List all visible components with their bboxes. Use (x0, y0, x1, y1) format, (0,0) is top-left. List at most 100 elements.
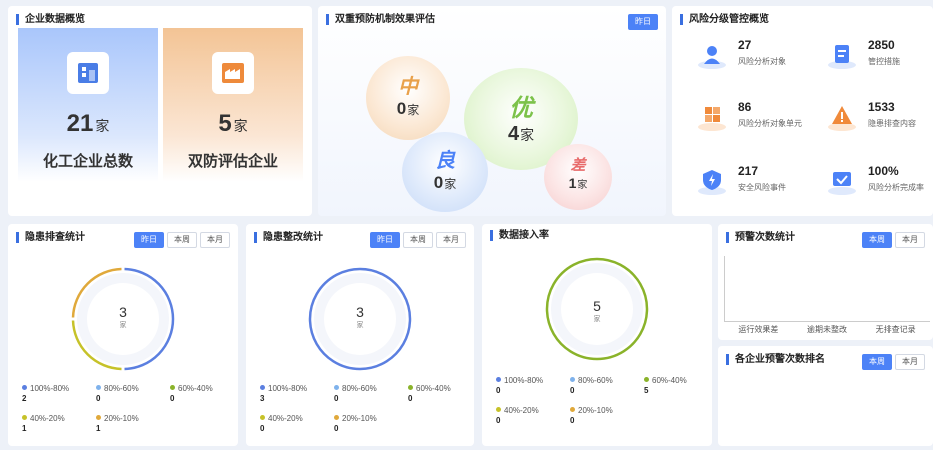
grade-value: 1家 (568, 175, 588, 191)
legend-label: 40%-20% (504, 406, 539, 415)
factory-icon (212, 52, 254, 94)
legend-item: 40%-20% 1 (22, 414, 65, 434)
legend-label: 40%-20% (268, 414, 303, 423)
risk-item-completion[interactable]: 100% 风险分析完成率 (826, 164, 933, 198)
legend-item: 60%-40% 5 (644, 376, 687, 396)
dual-enterprise-label: 双防评估企业 (187, 153, 278, 170)
panel-title: 各企业预警次数排名 (726, 354, 825, 365)
legend-value: 2 (22, 394, 27, 403)
legend-item: 100%-80% 3 (260, 384, 307, 404)
legend-dot (260, 415, 265, 420)
legend-label: 80%-60% (342, 384, 377, 393)
legend-dot (496, 377, 501, 382)
legend-item: 60%-40% 0 (170, 384, 213, 404)
data-access-panel: 数据接入率 5家 100%-80% 0 80%-60% 0 60%-40% 5 40%-20… (482, 224, 712, 446)
ring-center: 3家 (119, 304, 127, 329)
panel-title: 隐患排查统计 (16, 232, 85, 243)
legend-value: 0 (408, 394, 413, 403)
risk-item-measures[interactable]: 2850 管控措施 (826, 38, 933, 72)
legend-item: 60%-40% 0 (408, 384, 451, 404)
building-icon (67, 52, 109, 94)
panel-title: 隐患整改统计 (254, 232, 323, 243)
legend-label: 100%-80% (268, 384, 308, 393)
legend-item: 40%-20% 0 (260, 414, 303, 434)
risk-control-panel: 风险分级管控概览 27 风险分析对象 2850 管控措施 86 风险分析对象单元… (672, 6, 933, 216)
legend-item: 20%-10% 0 (570, 406, 613, 426)
legend-dot (644, 377, 649, 382)
grade-label: 差 (570, 157, 586, 174)
legend-label: 40%-20% (30, 414, 65, 423)
legend-item: 20%-10% 0 (334, 414, 377, 434)
legend-value: 1 (22, 424, 27, 433)
legend-dot (22, 415, 27, 420)
legend-item: 80%-60% 0 (570, 376, 613, 396)
legend-item: 100%-80% 2 (22, 384, 69, 404)
legend-item: 20%-10% 1 (96, 414, 139, 434)
legend-value: 0 (570, 416, 575, 425)
chem-enterprise-card[interactable]: 21 家 化工企业总数 (18, 28, 158, 182)
warn-rank-panel: 各企业预警次数排名 本周 本月 (718, 346, 933, 446)
legend-item: 80%-60% 0 (334, 384, 377, 404)
grade-liang-bubble: 良 0家 (402, 132, 488, 212)
risk-item-events[interactable]: 217 安全风险事件 (696, 164, 816, 198)
hazard-fix-panel: 隐患整改统计 昨日 本周 本月 3家 100%-80% 3 80%-60% 0 60%-… (246, 224, 474, 446)
enterprise-overview-panel: 企业数据概览 21 家 化工企业总数 5家 双防评估企业 (8, 6, 312, 216)
legend-value: 0 (570, 386, 575, 395)
shield-icon (698, 170, 726, 195)
legend-dot (260, 385, 265, 390)
legend-value: 5 (644, 386, 649, 395)
warn-count-panel: 预警次数统计 本周 本月 运行效果差 逾期未整改 无排查记录 (718, 224, 933, 340)
legend-label: 20%-10% (104, 414, 139, 423)
document-icon (828, 45, 856, 69)
panel-title: 风险分级管控概览 (680, 14, 769, 25)
tab-this-month[interactable]: 本月 (895, 354, 925, 370)
tab-this-week[interactable]: 本周 (862, 354, 892, 370)
legend-dot (22, 385, 27, 390)
ring-center: 3家 (356, 304, 364, 329)
panel-title: 双重预防机制效果评估 (326, 14, 435, 25)
chart-axis (724, 256, 930, 322)
legend-dot (570, 407, 575, 412)
legend-value: 0 (96, 394, 101, 403)
grade-value: 0家 (396, 99, 420, 118)
legend-label: 80%-60% (578, 376, 613, 385)
legend-value: 0 (334, 424, 339, 433)
user-icon (698, 46, 726, 69)
x-label: 运行效果差 (738, 325, 779, 334)
legend-dot (96, 415, 101, 420)
legend-value: 3 (260, 394, 265, 403)
risk-item-objects[interactable]: 27 风险分析对象 (696, 38, 816, 72)
legend-item: 100%-80% 0 (496, 376, 543, 396)
legend-value: 0 (170, 394, 175, 403)
tab-yesterday[interactable]: 昨日 (628, 14, 658, 30)
dual-enterprise-count: 5家 (218, 110, 248, 137)
legend-value: 0 (260, 424, 265, 433)
chem-enterprise-label: 化工企业总数 (42, 153, 133, 170)
ring-center: 5家 (593, 298, 601, 323)
legend-dot (334, 385, 339, 390)
panel-title: 企业数据概览 (16, 14, 85, 25)
legend-item: 80%-60% 0 (96, 384, 139, 404)
legend-value: 0 (496, 386, 501, 395)
dual-prevention-card[interactable]: 5家 双防评估企业 (163, 28, 303, 182)
legend-dot (570, 377, 575, 382)
grade-value: 0家 (433, 173, 457, 192)
legend-dot (96, 385, 101, 390)
risk-item-units[interactable]: 86 风险分析对象单元 (696, 100, 816, 134)
legend-label: 60%-40% (652, 376, 687, 385)
tab-this-week[interactable]: 本周 (862, 232, 892, 248)
grade-label: 优 (509, 95, 533, 122)
grade-label: 中 (398, 76, 418, 98)
risk-item-check-content[interactable]: 1533 隐患排查内容 (826, 100, 933, 134)
legend-dot (408, 385, 413, 390)
grade-cha-bubble: 差 1家 (544, 144, 612, 210)
legend-label: 100%-80% (30, 384, 70, 393)
legend-dot (496, 407, 501, 412)
grid-icon (698, 107, 726, 131)
legend-label: 100%-80% (504, 376, 544, 385)
hazard-check-panel: 隐患排查统计 昨日 本周 本月 3家 100%-80% 2 80%-60% 0 60%-… (8, 224, 238, 446)
legend-label: 60%-40% (178, 384, 213, 393)
legend-label: 60%-40% (416, 384, 451, 393)
legend-value: 1 (96, 424, 101, 433)
tab-this-month[interactable]: 本月 (895, 232, 925, 248)
